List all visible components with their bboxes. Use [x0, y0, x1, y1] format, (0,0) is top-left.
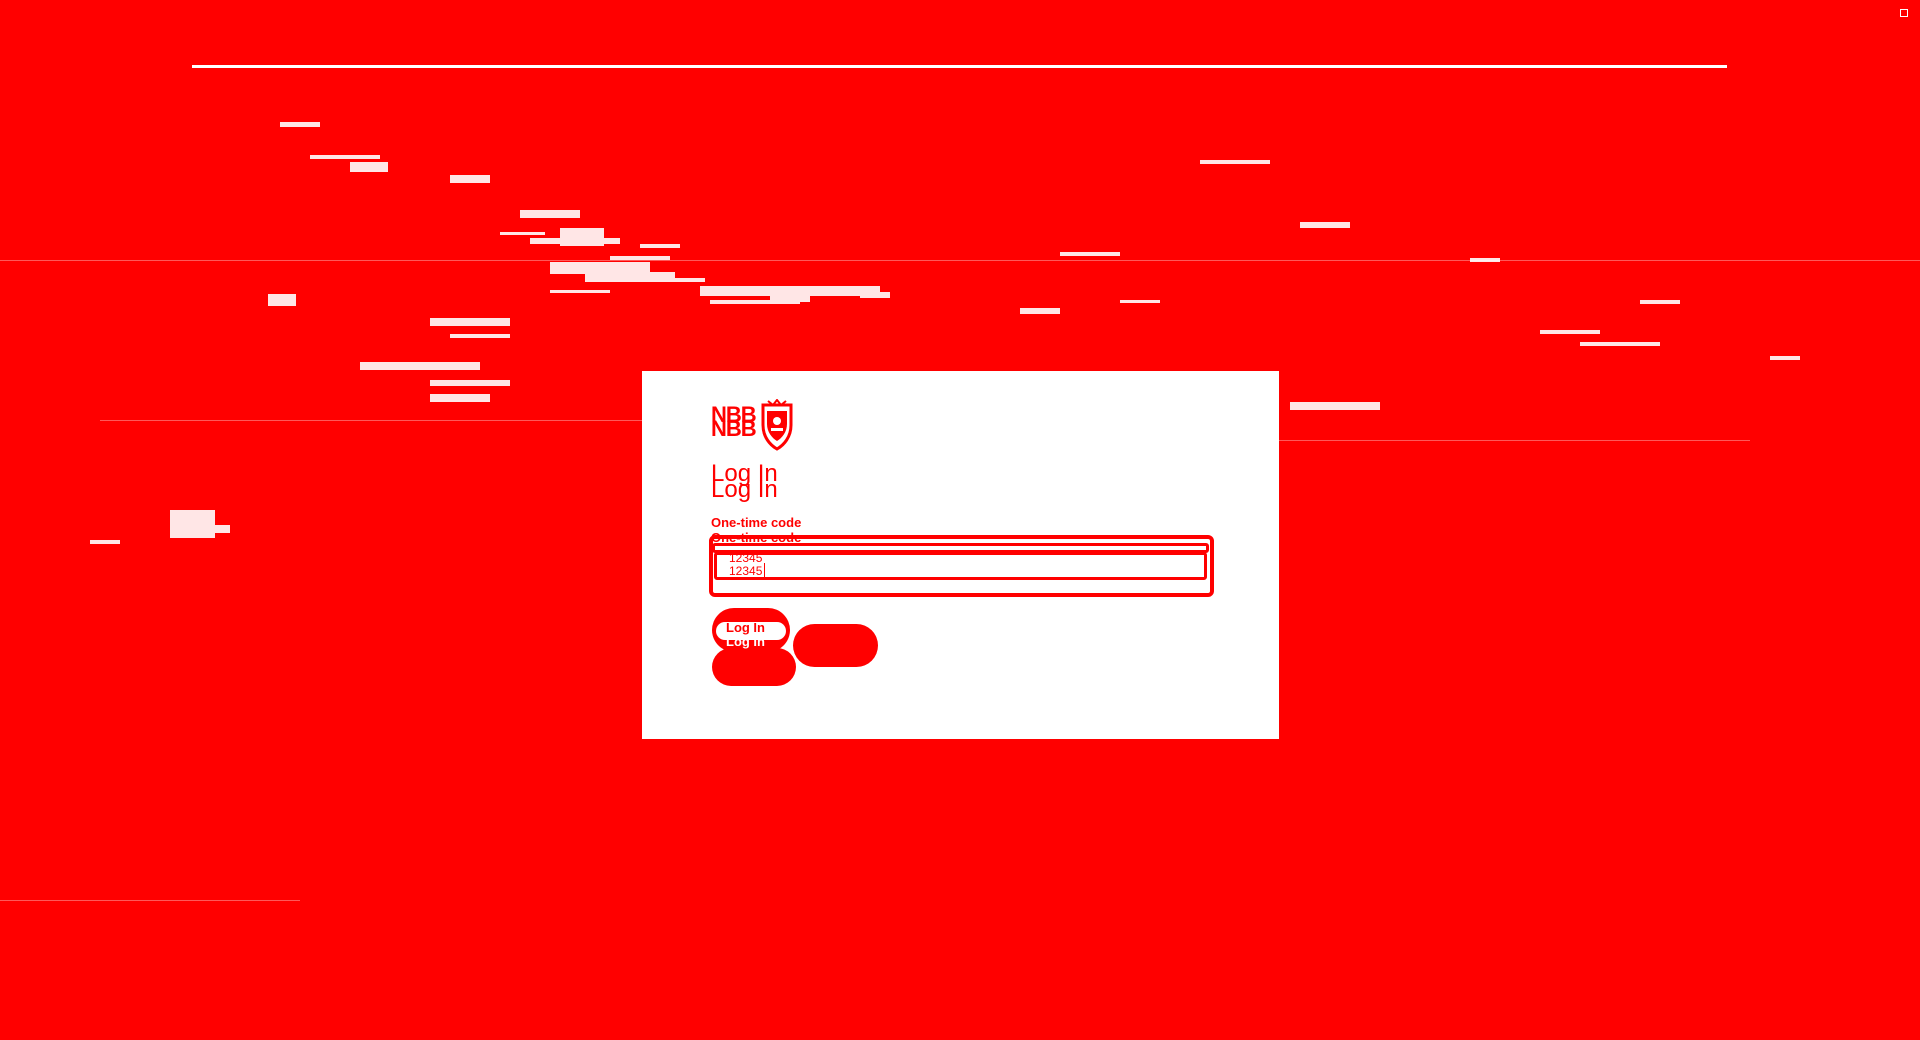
- page-title-shadow: Log In: [711, 476, 778, 503]
- login-page: NBB NBB Log In Log In One-time code One-…: [0, 0, 1920, 1040]
- brand-wordmark-shadow: NBB: [711, 416, 757, 441]
- one-time-code-input[interactable]: [729, 563, 1029, 579]
- crest-icon: [761, 399, 793, 451]
- login-button[interactable]: Log In Log In: [712, 608, 790, 652]
- cancel-button[interactable]: [793, 624, 878, 667]
- login-card: NBB NBB Log In Log In One-time code One-…: [642, 371, 1279, 739]
- text-caret: [764, 563, 765, 579]
- page-title: Log In Log In: [711, 460, 778, 503]
- window-corner-icon: [1900, 9, 1908, 17]
- top-divider: [192, 65, 1727, 68]
- brand-logo: NBB NBB: [711, 399, 794, 451]
- login-button-shadow: [712, 648, 796, 686]
- one-time-code-field[interactable]: 12345: [709, 535, 1214, 597]
